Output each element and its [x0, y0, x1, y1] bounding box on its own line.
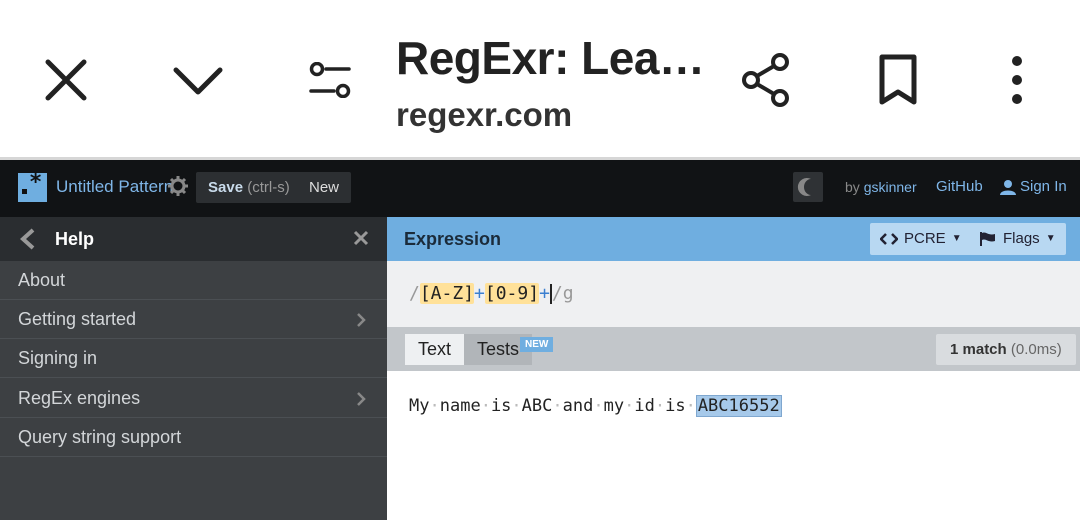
word: My: [409, 396, 430, 416]
text-header: Text Tests NEW 1 match (0.0ms): [387, 327, 1080, 371]
sidebar-item-label: Getting started: [18, 309, 137, 329]
tab-text[interactable]: Text: [405, 334, 465, 365]
close-tab-button[interactable]: [26, 40, 106, 120]
expression-header: Expression PCRE ▼ Flags ▼: [387, 217, 1080, 261]
by-label: by: [845, 179, 860, 195]
bookmark-button[interactable]: [858, 40, 938, 120]
close-delimiter: /: [551, 283, 563, 304]
chevron-right-icon: [357, 313, 366, 327]
sidebar-title: Help: [55, 229, 95, 249]
sidebar-header: Help: [0, 217, 387, 261]
match-count: 1 match: [950, 341, 1007, 358]
engine-select[interactable]: PCRE ▼: [870, 223, 972, 255]
page-settings-icon: [309, 62, 351, 98]
word: name: [439, 396, 481, 416]
test-text[interactable]: My·name·is·ABC·and·my·id·is· ABC16552: [409, 395, 782, 417]
word: my: [603, 396, 625, 416]
quantifier-token: +: [539, 283, 550, 304]
word: id: [634, 396, 655, 416]
sidebar-close-button[interactable]: [352, 229, 370, 252]
sidebar-item-query-string[interactable]: Query string support: [0, 418, 387, 457]
gear-icon: [168, 176, 188, 196]
more-options-button[interactable]: [977, 40, 1057, 120]
author-link[interactable]: gskinner: [864, 179, 917, 195]
flags-select[interactable]: Flags ▼: [969, 223, 1066, 255]
close-icon: [45, 59, 87, 101]
sidebar-item-label: Signing in: [18, 348, 98, 368]
more-vert-icon: [1012, 56, 1022, 104]
sidebar-item-getting-started[interactable]: Getting started: [0, 300, 387, 339]
browser-toolbar: RegExr: Lea… regexr.com: [0, 0, 1080, 157]
pattern-name[interactable]: Untitled Pattern: [56, 177, 173, 197]
chevron-right-icon: [357, 392, 366, 406]
sidebar-item-about[interactable]: About: [0, 261, 387, 300]
quantifier-token: +: [474, 283, 485, 304]
share-button[interactable]: [726, 40, 806, 120]
author-credit: by gskinner: [845, 179, 917, 195]
word: is: [665, 396, 686, 416]
word: is: [490, 396, 512, 416]
flags-value: g: [562, 283, 574, 304]
sidebar-item-label: About: [18, 270, 66, 290]
close-icon: [353, 230, 369, 246]
caret-down-icon: ▼: [1045, 233, 1056, 244]
match-highlight[interactable]: ABC16552: [695, 395, 782, 417]
sidebar-item-label: RegEx engines: [18, 388, 141, 408]
match-time: (0.0ms): [1010, 341, 1062, 358]
bookmark-icon: [879, 54, 917, 105]
open-delimiter: /: [409, 283, 420, 304]
flags-label: Flags: [1003, 230, 1040, 247]
sidebar-item-signing-in[interactable]: Signing in: [0, 339, 387, 378]
charset-token: [0-9]: [484, 283, 540, 304]
sidebar-back-button[interactable]: [18, 228, 38, 255]
theme-toggle-button[interactable]: [793, 172, 823, 202]
page-url[interactable]: regexr.com: [396, 96, 572, 134]
sidebar-item-label: Query string support: [18, 427, 182, 447]
sign-in-label: Sign In: [1020, 178, 1067, 195]
pattern-settings-button[interactable]: [168, 176, 188, 201]
share-icon: [742, 53, 789, 107]
engine-label: PCRE: [904, 230, 946, 247]
help-sidebar: Help About Getting started Signing in Re…: [0, 217, 387, 520]
main-panel: Expression PCRE ▼ Flags ▼ /[A-Z]+[0-9]+ /…: [387, 217, 1080, 520]
caret-down-icon: ▼: [951, 233, 962, 244]
chevron-left-icon: [20, 228, 35, 250]
page-settings-button[interactable]: [290, 40, 370, 120]
code-icon: [880, 233, 898, 245]
match-count-badge[interactable]: 1 match (0.0ms): [936, 334, 1076, 365]
save-hint: (ctrl-s): [247, 179, 290, 196]
chevron-down-icon: [173, 67, 223, 95]
new-badge: NEW: [520, 337, 554, 352]
sidebar-item-regex-engines[interactable]: RegEx engines: [0, 379, 387, 418]
test-text-editor[interactable]: My·name·is·ABC·and·my·id·is· ABC16552: [387, 371, 1080, 520]
expression-editor[interactable]: /[A-Z]+[0-9]+/g: [387, 261, 1080, 327]
expression-label: Expression: [404, 229, 502, 249]
regexr-logo[interactable]: *: [18, 170, 47, 202]
sign-in-link[interactable]: Sign In: [1000, 178, 1067, 195]
app-header: * Untitled Pattern Save (ctrl-s) New by …: [0, 160, 1080, 217]
charset-token: [A-Z]: [419, 283, 475, 304]
regex-expression[interactable]: /[A-Z]+[0-9]+/g: [409, 283, 574, 304]
word: ABC: [521, 396, 553, 416]
user-icon: [1000, 179, 1016, 195]
flag-icon: [980, 232, 995, 246]
word: and: [562, 396, 594, 416]
page-title: RegExr: Lea…: [396, 32, 705, 84]
save-label: Save: [208, 179, 244, 196]
save-button[interactable]: Save (ctrl-s): [196, 172, 302, 203]
minimize-button[interactable]: [158, 40, 238, 120]
new-button[interactable]: New: [297, 172, 352, 203]
moon-icon: [797, 178, 811, 196]
github-link[interactable]: GitHub: [936, 178, 983, 195]
